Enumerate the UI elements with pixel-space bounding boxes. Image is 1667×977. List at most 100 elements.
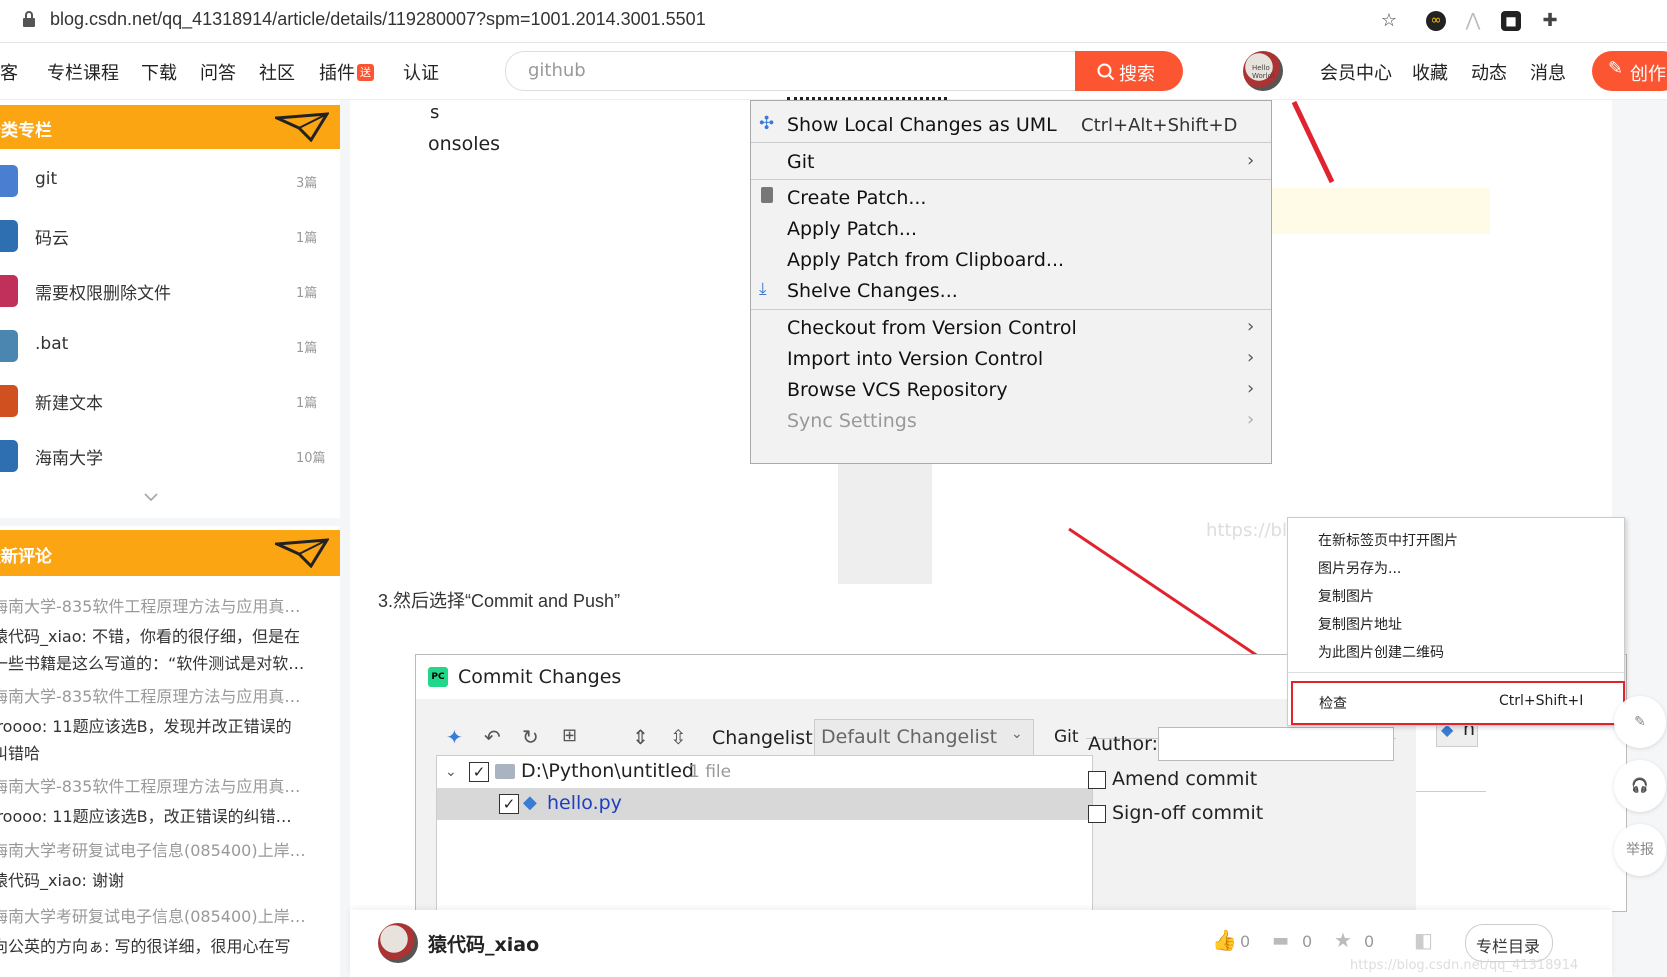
menu-separator [751,179,1271,180]
catalog-button[interactable]: 专栏目录 [1465,924,1553,962]
comments-title: 最新评论 [0,547,52,567]
cropped-menu-item [787,87,947,100]
chevron-down-icon: ⌄ [445,764,457,780]
comment-article-link[interactable]: 海南大学考研复试电子信息(085400)上岸… [0,837,310,861]
category-count: 1篇 [296,231,318,246]
amend-label: Amend commit [1112,768,1258,790]
star-icon[interactable]: ☆ [1379,11,1399,31]
section-divider [0,518,340,526]
menu-separator [751,309,1271,310]
context-item-copy-image[interactable]: 复制图片 [1318,586,1374,606]
cropped-text: onsoles [428,133,501,155]
pycharm-icon: PC [428,667,448,687]
divider [1416,791,1486,792]
favorite-icon[interactable]: ★ [1334,928,1352,952]
share-icon[interactable]: ◧ [1414,928,1433,952]
edit-tool-button[interactable]: ✎ [1614,696,1666,748]
comment-article-link[interactable]: 海南大学-835软件工程原理方法与应用真… [0,773,310,797]
avatar-text: Hello World! [1252,64,1275,80]
submenu-arrow-icon: › [1247,378,1255,399]
author-avatar[interactable] [378,923,418,963]
comment-article-link[interactable]: 海南大学-835软件工程原理方法与应用真… [0,683,310,707]
nav-favorites[interactable]: 收藏 [1412,59,1448,85]
category-thumbnail [0,220,18,252]
edit-icon: ✎ [1634,714,1646,730]
nav-item[interactable]: 下载 [141,59,177,85]
category-item[interactable]: git 3篇 [0,155,340,210]
checkbox-checked-icon: ✓ [499,794,519,814]
context-item-open-image-new-tab[interactable]: 在新标签页中打开图片 [1318,530,1458,550]
avatar[interactable]: Hello World! [1243,51,1283,91]
menu-item-sync-settings: Sync Settings [787,410,917,432]
menu-item-apply-patch: Apply Patch... [787,218,917,240]
signoff-checkbox [1088,805,1106,823]
report-button[interactable]: 举报 [1614,824,1666,876]
menu-item-git: Git [787,151,815,173]
extension-icon[interactable]: ■ [1501,11,1521,31]
nav-activity[interactable]: 动态 [1471,59,1507,85]
category-item[interactable]: .bat 1篇 [0,320,340,375]
category-item[interactable]: 新建文本 1篇 [0,375,340,430]
menu-separator [751,142,1271,143]
tree-row-selected: ✓ ◆ hello.py [437,788,1092,820]
cropped-text: s [430,102,440,123]
refresh-icon: ↻ [522,725,539,749]
author-toolbar: 猿代码_xiao 👍 0 ▬ 0 ★ 0 ◧ 专栏目录 https://blog… [350,910,1612,977]
submenu-arrow-icon: › [1247,347,1255,368]
category-item[interactable]: 需要权限删除文件 1篇 [0,265,340,320]
chevron-down-icon[interactable] [143,492,159,502]
author-name[interactable]: 猿代码_xiao [428,930,539,957]
comment-text: iroooo: 11题应该选B，改正错误的纠错… [0,807,292,826]
search-button[interactable]: 搜索 [1075,51,1183,91]
annotation-arrow [1291,100,1335,184]
search-input[interactable]: github [505,51,1076,91]
menu-item-show-local-changes-uml: Show Local Changes as UML [787,114,1057,136]
like-icon[interactable]: 👍 [1212,928,1237,952]
search-placeholder: github [528,60,586,81]
nav-member-center[interactable]: 会员中心 [1320,59,1392,85]
lock-icon[interactable] [22,11,36,27]
tree-root-count: 1 file [689,762,732,782]
category-thumbnail [0,440,18,472]
comment-article-link[interactable]: 海南大学考研复试电子信息(085400)上岸… [0,903,310,927]
sidebar: 分类专栏 git 3篇 码云 1篇 需要权限删除文件 1篇 .bat 1篇 新建… [0,100,340,977]
author-label: Author: [1088,733,1159,755]
category-count: 3篇 [296,176,318,191]
puzzle-icon[interactable]: ✚ [1540,11,1560,31]
context-item-inspect[interactable]: 检查 Ctrl+Shift+I [1291,681,1625,725]
step-text: 3.然后选择“Commit and Push” [378,591,621,611]
url-text[interactable]: blog.csdn.net/qq_41318914/article/detail… [50,9,706,30]
extension-icon[interactable]: ∞ [1426,11,1446,31]
like-count: 0 [1240,932,1251,951]
nav-item[interactable]: 专栏课程 [47,59,119,85]
category-name: git [35,169,58,189]
nav-item[interactable]: 问答 [200,59,236,85]
context-item-copy-image-address[interactable]: 复制图片地址 [1318,614,1402,634]
support-button[interactable]: 🎧 [1614,760,1666,812]
favorite-count: 0 [1364,932,1375,951]
author-field [1158,727,1394,761]
nav-item[interactable]: 认证 [403,59,439,85]
comment-text: 向公英的方向ぁ: 写的很详细，很用心在写 [0,937,291,956]
nav-item[interactable]: 博客 [0,59,18,85]
nav-item[interactable]: 社区 [259,59,295,85]
comment-icon[interactable]: ▬ [1272,930,1289,951]
category-item[interactable]: 码云 1篇 [0,210,340,265]
submenu-arrow-icon: › [1247,316,1255,337]
highlight-fragment [1250,188,1490,234]
comment-article-link[interactable]: 海南大学-835软件工程原理方法与应用真… [0,593,310,617]
menu-item-apply-patch-clipboard: Apply Patch from Clipboard... [787,249,1065,271]
nav-messages[interactable]: 消息 [1530,59,1566,85]
menu-item-browse-vcs: Browse VCS Repository [787,379,1008,401]
uml-icon: ✣ [759,113,775,134]
menu-separator [1288,672,1624,673]
context-item-save-image-as[interactable]: 图片另存为... [1318,558,1401,578]
context-item-create-qr-code[interactable]: 为此图片创建二维码 [1318,642,1444,662]
create-button[interactable]: ✎ 创作 [1592,51,1667,91]
extension-icon[interactable]: ⋀ [1463,11,1483,31]
columns-title: 分类专栏 [0,121,52,141]
category-name: 需要权限删除文件 [35,284,171,304]
undo-icon: ↶ [484,725,501,749]
nav-item[interactable]: 插件 [319,59,355,85]
category-item[interactable]: 海南大学 10篇 [0,430,340,485]
